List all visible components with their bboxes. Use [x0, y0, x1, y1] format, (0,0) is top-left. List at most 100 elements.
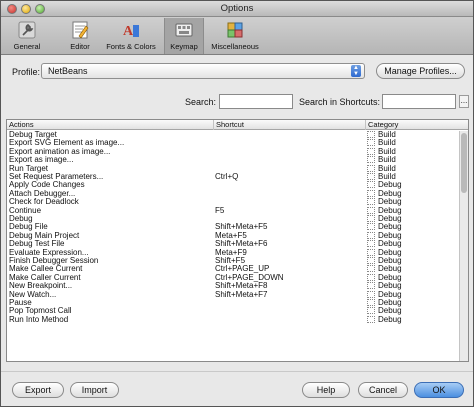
table-row[interactable]: Set Request Parameters... Ctrl+Q Build	[7, 173, 459, 181]
column-header-shortcut[interactable]: Shortcut	[214, 120, 366, 130]
import-button[interactable]: Import	[70, 382, 119, 398]
column-header-actions[interactable]: Actions	[7, 120, 214, 130]
table-row[interactable]: Pause Debug	[7, 299, 459, 307]
shortcut-cell[interactable]: Shift+Meta+F7	[215, 291, 365, 299]
export-button[interactable]: Export	[12, 382, 64, 398]
edit-shortcut-icon[interactable]	[367, 156, 375, 164]
shortcut-cell[interactable]: F5	[215, 207, 365, 215]
shortcut-cell[interactable]: Ctrl+PAGE_UP	[215, 265, 365, 273]
table-row[interactable]: Debug Target Build	[7, 131, 459, 139]
shortcut-cell[interactable]: Shift+Meta+F8	[215, 282, 365, 290]
edit-shortcut-icon[interactable]	[367, 265, 375, 273]
search-shortcuts-input[interactable]	[382, 94, 456, 109]
edit-shortcut-icon[interactable]	[367, 206, 375, 214]
keymap-table: Actions Shortcut Category Debug Target Bu…	[6, 119, 469, 362]
shortcut-cell[interactable]: Shift+Meta+F5	[215, 223, 365, 231]
tab-fonts-colors[interactable]: A Fonts & Colors	[105, 18, 157, 54]
table-row[interactable]: Finish Debugger Session Shift+F5 Debug	[7, 257, 459, 265]
category-text: Build	[378, 156, 396, 165]
action-cell: New Breakpoint...	[9, 282, 73, 291]
cancel-button[interactable]: Cancel	[358, 382, 408, 398]
category-cell: Debug	[367, 307, 457, 315]
edit-shortcut-icon[interactable]	[367, 189, 375, 197]
category-text: Debug	[378, 307, 402, 316]
tab-keymap-label: Keymap	[170, 42, 198, 51]
table-row[interactable]: Make Callee Current Ctrl+PAGE_UP Debug	[7, 265, 459, 273]
edit-shortcut-icon[interactable]	[367, 131, 375, 138]
category-text: Debug	[378, 273, 402, 282]
category-text: Debug	[378, 198, 402, 207]
category-text: Debug	[378, 181, 402, 190]
footer-separator	[1, 371, 473, 372]
edit-shortcut-icon[interactable]	[367, 240, 375, 248]
search-input[interactable]	[219, 94, 293, 109]
edit-shortcut-icon[interactable]	[367, 273, 375, 281]
shortcut-cell[interactable]: Meta+F9	[215, 249, 365, 257]
table-row[interactable]: Pop Topmost Call Debug	[7, 307, 459, 315]
manage-profiles-button[interactable]: Manage Profiles...	[376, 63, 465, 79]
ok-button[interactable]: OK	[414, 382, 464, 398]
edit-shortcut-icon[interactable]	[367, 181, 375, 189]
tab-fonts-colors-label: Fonts & Colors	[106, 42, 156, 51]
table-row[interactable]: New Breakpoint... Shift+Meta+F8 Debug	[7, 282, 459, 290]
table-row[interactable]: Make Caller Current Ctrl+PAGE_DOWN Debug	[7, 273, 459, 282]
table-row[interactable]: Debug Debug	[7, 215, 459, 223]
edit-shortcut-icon[interactable]	[367, 315, 375, 323]
shortcut-cell[interactable]: Ctrl+Q	[215, 173, 365, 181]
profile-value: NetBeans	[48, 66, 88, 76]
tab-keymap[interactable]: Keymap	[164, 18, 204, 54]
edit-shortcut-icon[interactable]	[367, 307, 375, 315]
edit-shortcut-icon[interactable]	[367, 139, 375, 147]
help-button[interactable]: Help	[302, 382, 350, 398]
table-row[interactable]: Debug Main Project Meta+F5 Debug	[7, 231, 459, 240]
shortcut-cell[interactable]: Ctrl+PAGE_DOWN	[215, 274, 365, 282]
edit-shortcut-icon[interactable]	[367, 215, 375, 222]
edit-shortcut-icon[interactable]	[367, 231, 375, 239]
column-header-category[interactable]: Category	[366, 120, 468, 130]
edit-shortcut-icon[interactable]	[367, 223, 375, 231]
table-row[interactable]: Run Target Build	[7, 164, 459, 173]
shortcut-cell[interactable]: Meta+F5	[215, 232, 365, 240]
action-cell: Continue	[9, 206, 42, 215]
edit-shortcut-icon[interactable]	[367, 173, 375, 180]
table-row[interactable]: Check for Deadlock Debug	[7, 198, 459, 206]
table-row[interactable]: Continue F5 Debug	[7, 206, 459, 215]
edit-shortcut-icon[interactable]	[367, 299, 375, 306]
table-row[interactable]: Attach Debugger... Debug	[7, 189, 459, 198]
table-row[interactable]: Run Into Method Debug	[7, 315, 459, 324]
category-cell: Build	[367, 147, 457, 156]
table-vertical-scrollbar[interactable]	[459, 131, 468, 361]
title-bar[interactable]: Options	[1, 1, 473, 17]
table-row[interactable]: Export animation as image... Build	[7, 147, 459, 156]
scrollbar-thumb[interactable]	[461, 133, 467, 193]
edit-shortcut-icon[interactable]	[367, 147, 375, 155]
tab-general[interactable]: General	[5, 18, 49, 54]
profile-select[interactable]: NetBeans ▲ ▼	[41, 63, 365, 79]
edit-shortcut-icon[interactable]	[367, 257, 375, 264]
table-row[interactable]: Apply Code Changes Debug	[7, 181, 459, 189]
table-row[interactable]: Debug Test File Shift+Meta+F6 Debug	[7, 240, 459, 248]
tab-miscellaneous[interactable]: Miscellaneous	[209, 18, 261, 54]
table-row[interactable]: Evaluate Expression... Meta+F9 Debug	[7, 248, 459, 257]
edit-shortcut-icon[interactable]	[367, 248, 375, 256]
category-cell: Debug	[367, 206, 457, 215]
edit-shortcut-icon[interactable]	[367, 198, 375, 206]
shortcut-cell[interactable]: Shift+Meta+F6	[215, 240, 365, 248]
action-cell: Export SVG Element as image...	[9, 139, 125, 148]
tab-editor[interactable]: Editor	[63, 18, 97, 54]
table-row[interactable]: New Watch... Shift+Meta+F7 Debug	[7, 290, 459, 299]
table-row[interactable]: Debug File Shift+Meta+F5 Debug	[7, 223, 459, 231]
edit-shortcut-icon[interactable]	[367, 282, 375, 290]
shortcut-cell[interactable]: Shift+F5	[215, 257, 365, 265]
edit-shortcut-icon[interactable]	[367, 164, 375, 172]
table-row[interactable]: Export as image... Build	[7, 156, 459, 164]
category-cell: Debug	[367, 265, 457, 273]
shortcut-capture-button[interactable]: ...	[459, 95, 469, 108]
action-cell: Pause	[9, 299, 32, 307]
table-body: Debug Target Build Export SVG Element as i…	[7, 131, 459, 361]
table-row[interactable]: Export SVG Element as image... Build	[7, 139, 459, 147]
action-cell: Debug Test File	[9, 240, 65, 249]
category-cell: Debug	[367, 257, 457, 265]
action-cell: Make Callee Current	[9, 265, 83, 274]
edit-shortcut-icon[interactable]	[367, 290, 375, 298]
